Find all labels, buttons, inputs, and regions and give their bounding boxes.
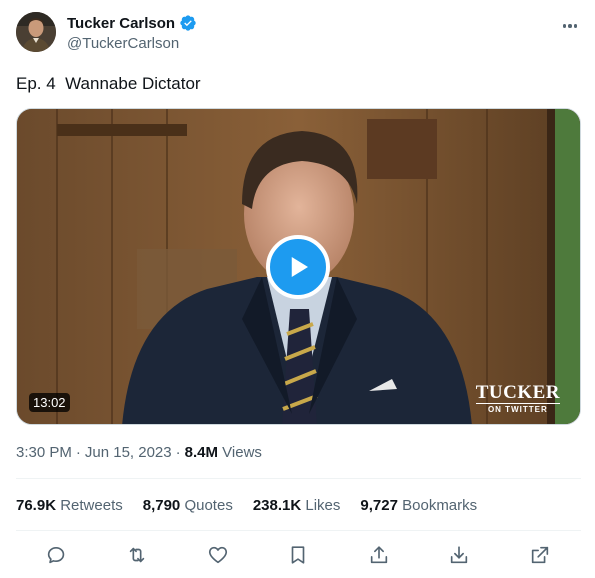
channel-watermark: TUCKER ON TWITTER — [475, 382, 560, 414]
watermark-title: TUCKER — [475, 382, 560, 403]
divider — [16, 478, 581, 479]
stat-count: 76.9K — [16, 497, 57, 514]
tweet-header: Tucker Carlson @TuckerCarlson — [16, 12, 582, 56]
bookmark-icon — [291, 546, 305, 564]
views-count: 8.4M — [184, 444, 218, 461]
stat-count: 8,790 — [142, 497, 181, 514]
watermark-subtitle: ON TWITTER — [475, 403, 560, 414]
reply-icon — [47, 547, 65, 564]
divider — [16, 530, 581, 531]
retweet-button[interactable] — [123, 541, 151, 569]
display-name[interactable]: Tucker Carlson — [67, 15, 175, 32]
stat-label: Retweets — [60, 497, 123, 514]
engagement-stats: 76.9K Retweets 8,790 Quotes 238.1K Likes… — [16, 497, 497, 514]
download-button[interactable] — [445, 541, 473, 569]
stat-count: 238.1K — [252, 497, 302, 514]
tweet-meta: 3:30 PM · Jun 15, 2023 · 8.4M Views — [16, 444, 262, 461]
stat-likes[interactable]: 238.1K Likes — [253, 497, 341, 514]
tweet-time[interactable]: 3:30 PM — [16, 444, 72, 461]
more-options-icon[interactable] — [558, 16, 582, 36]
play-icon — [291, 257, 308, 277]
stat-bookmarks[interactable]: 9,727 Bookmarks — [360, 497, 477, 514]
verified-badge-icon — [179, 14, 197, 32]
stat-label: Quotes — [184, 497, 233, 514]
stat-quotes[interactable]: 8,790 Quotes — [143, 497, 233, 514]
stat-count: 9,727 — [360, 497, 398, 514]
open-external-icon — [531, 546, 549, 564]
handle[interactable]: @TuckerCarlson — [67, 35, 179, 52]
retweet-icon — [129, 547, 145, 563]
action-bar — [16, 541, 581, 569]
reply-button[interactable] — [42, 541, 70, 569]
video-player[interactable]: 13:02 TUCKER ON TWITTER — [16, 108, 581, 425]
avatar[interactable] — [16, 12, 56, 52]
meta-separator: · — [75, 444, 81, 461]
like-icon — [208, 546, 228, 564]
meta-separator: · — [175, 444, 181, 461]
share-icon — [370, 546, 388, 564]
open-external-button[interactable] — [526, 541, 554, 569]
stat-label: Bookmarks — [402, 497, 478, 514]
tweet-text: Ep. 4 Wannabe Dictator — [16, 74, 201, 93]
bookmark-button[interactable] — [284, 541, 312, 569]
download-icon — [450, 546, 468, 564]
tweet-date[interactable]: Jun 15, 2023 — [85, 444, 172, 461]
play-button[interactable] — [266, 235, 330, 299]
stat-retweets[interactable]: 76.9K Retweets — [16, 497, 123, 514]
stat-label: Likes — [305, 497, 341, 514]
like-button[interactable] — [204, 541, 232, 569]
share-button[interactable] — [365, 541, 393, 569]
views-label: Views — [222, 444, 262, 461]
video-duration: 13:02 — [29, 393, 70, 412]
